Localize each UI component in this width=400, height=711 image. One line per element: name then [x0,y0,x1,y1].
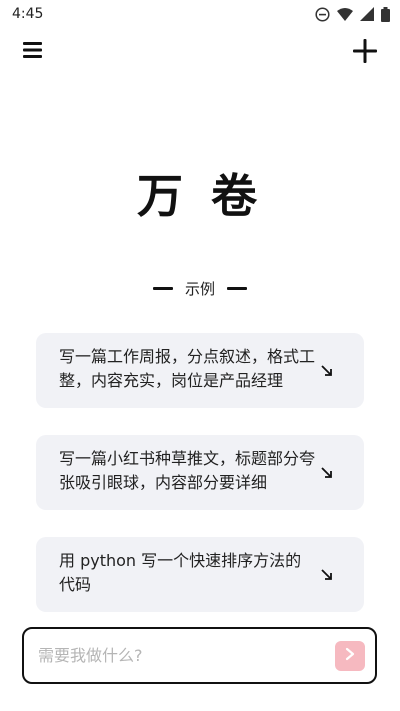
example-card-xiaohongshu-post[interactable]: 写一篇小红书种草推文，标题部分夸张吸引眼球，内容部分要详细 [36,435,364,510]
arrow-down-right-icon [320,363,334,377]
examples-label: 示例 [184,280,215,298]
example-card-text: 写一篇小红书种草推文，标题部分夸张吸引眼球，内容部分要详细 [59,449,316,492]
top-bar [0,36,400,68]
hamburger-menu-icon[interactable] [22,40,46,64]
example-card-text: 写一篇工作周报，分点叙述，格式工整，内容充实，岗位是产品经理 [59,347,316,390]
dnd-icon [315,6,330,22]
examples-header: 示例 [0,278,400,299]
example-card-text: 用 python 写一个快速排序方法的代码 [59,551,302,594]
chat-input[interactable] [36,645,335,666]
wifi-icon [337,7,353,21]
status-icons [315,6,390,22]
example-card-quicksort[interactable]: 用 python 写一个快速排序方法的代码 [36,537,364,612]
arrow-down-right-icon [320,465,334,479]
left-dash [152,287,173,290]
send-button[interactable] [335,640,365,671]
status-time: 4:45 [12,6,44,22]
chevron-right-icon [343,646,357,665]
right-dash [227,287,247,290]
signal-icon [360,7,374,21]
status-bar: 4:45 [0,0,400,28]
example-card-weekly-report[interactable]: 写一篇工作周报，分点叙述，格式工整，内容充实，岗位是产品经理 [36,333,364,408]
arrow-down-right-icon [320,567,334,581]
app-title: 万 卷 [136,169,263,223]
chat-input-bar [22,627,377,684]
battery-icon [381,6,390,22]
plus-icon[interactable] [352,38,380,66]
